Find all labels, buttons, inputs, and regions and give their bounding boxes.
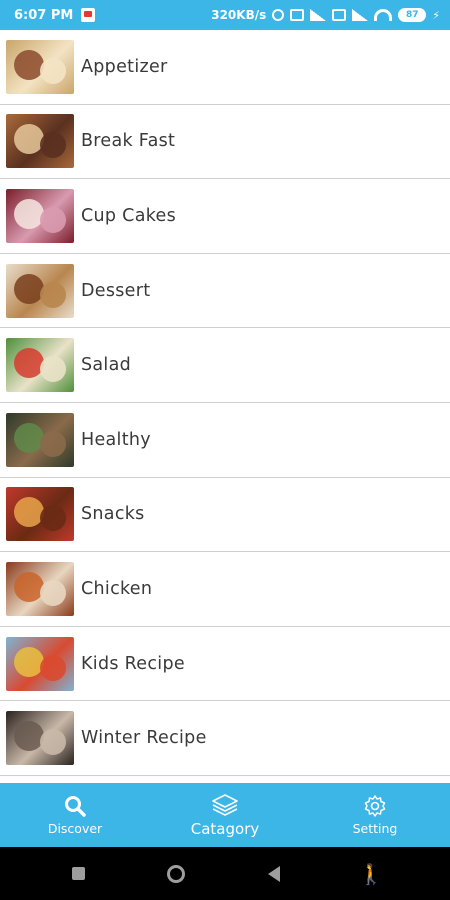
bottom-nav: Discover Catagory Setting — [0, 783, 450, 847]
category-thumbnail — [6, 487, 74, 542]
category-row[interactable]: Cup Cakes — [0, 179, 450, 254]
category-row[interactable]: Appetizer — [0, 30, 450, 105]
status-right: 320KB/s 87 ⚡ — [211, 8, 440, 22]
category-label: Appetizer — [81, 56, 168, 77]
category-label: Kids Recipe — [81, 653, 185, 674]
category-list: Appetizer Break Fast Cup Cakes Dessert Salad… — [0, 30, 450, 783]
accessibility-icon: 🚶 — [358, 861, 384, 886]
category-row[interactable]: Winter Recipe — [0, 701, 450, 776]
category-row[interactable]: Salad — [0, 328, 450, 403]
nav-setting[interactable]: Setting — [300, 783, 450, 847]
network-speed: 320KB/s — [211, 8, 267, 22]
category-label: Cup Cakes — [81, 205, 177, 226]
category-label: Break Fast — [81, 131, 176, 152]
category-label: Chicken — [81, 578, 153, 599]
category-thumbnail — [6, 412, 74, 467]
notification-icon — [81, 8, 96, 22]
nav-category-label: Catagory — [190, 819, 260, 838]
category-thumbnail — [6, 39, 74, 94]
nav-category[interactable]: Catagory — [150, 783, 300, 847]
wifi-icon — [374, 9, 393, 21]
charging-icon: ⚡ — [432, 8, 440, 22]
alarm-icon — [272, 9, 285, 21]
category-thumbnail — [6, 338, 74, 393]
system-nav-bar: 🚶 — [0, 847, 450, 900]
category-label: Snacks — [81, 504, 145, 525]
category-label: Salad — [81, 355, 132, 376]
category-row[interactable]: Dessert — [0, 253, 450, 329]
status-time: 6:07 PM — [14, 7, 74, 23]
category-thumbnail — [6, 114, 74, 169]
category-thumbnail — [6, 188, 74, 243]
nav-discover[interactable]: Discover — [0, 783, 150, 847]
signal2-icon — [352, 9, 369, 21]
nav-setting-label: Setting — [352, 821, 398, 836]
category-row[interactable]: Chicken — [0, 552, 450, 627]
home-button[interactable] — [156, 854, 196, 894]
accessibility-button[interactable]: 🚶 — [351, 854, 391, 894]
category-label: Winter Recipe — [81, 728, 207, 749]
search-icon — [65, 796, 86, 817]
layers-icon — [212, 793, 238, 816]
nav-discover-label: Discover — [47, 821, 103, 836]
category-row[interactable]: Snacks — [0, 477, 450, 553]
category-thumbnail — [6, 263, 74, 318]
sim2-icon — [332, 9, 347, 21]
category-row[interactable]: Kids Recipe — [0, 626, 450, 702]
category-row[interactable]: Break Fast — [0, 104, 450, 180]
category-thumbnail — [6, 561, 74, 616]
category-thumbnail — [6, 636, 74, 691]
category-row[interactable]: Healthy — [0, 402, 450, 478]
back-button[interactable] — [254, 854, 294, 894]
category-label: Dessert — [81, 280, 151, 301]
home-icon — [167, 864, 186, 883]
battery-icon: 87 — [398, 8, 427, 22]
sim-icon — [290, 9, 305, 21]
category-label: Healthy — [81, 429, 151, 450]
status-left: 6:07 PM — [14, 7, 96, 23]
status-bar: 6:07 PM 320KB/s 87 ⚡ — [0, 0, 450, 30]
back-icon — [267, 865, 280, 882]
gear-icon — [364, 795, 386, 817]
category-thumbnail — [6, 711, 74, 766]
recents-button[interactable] — [59, 854, 99, 894]
signal-icon — [310, 9, 327, 21]
recents-icon — [72, 867, 86, 880]
